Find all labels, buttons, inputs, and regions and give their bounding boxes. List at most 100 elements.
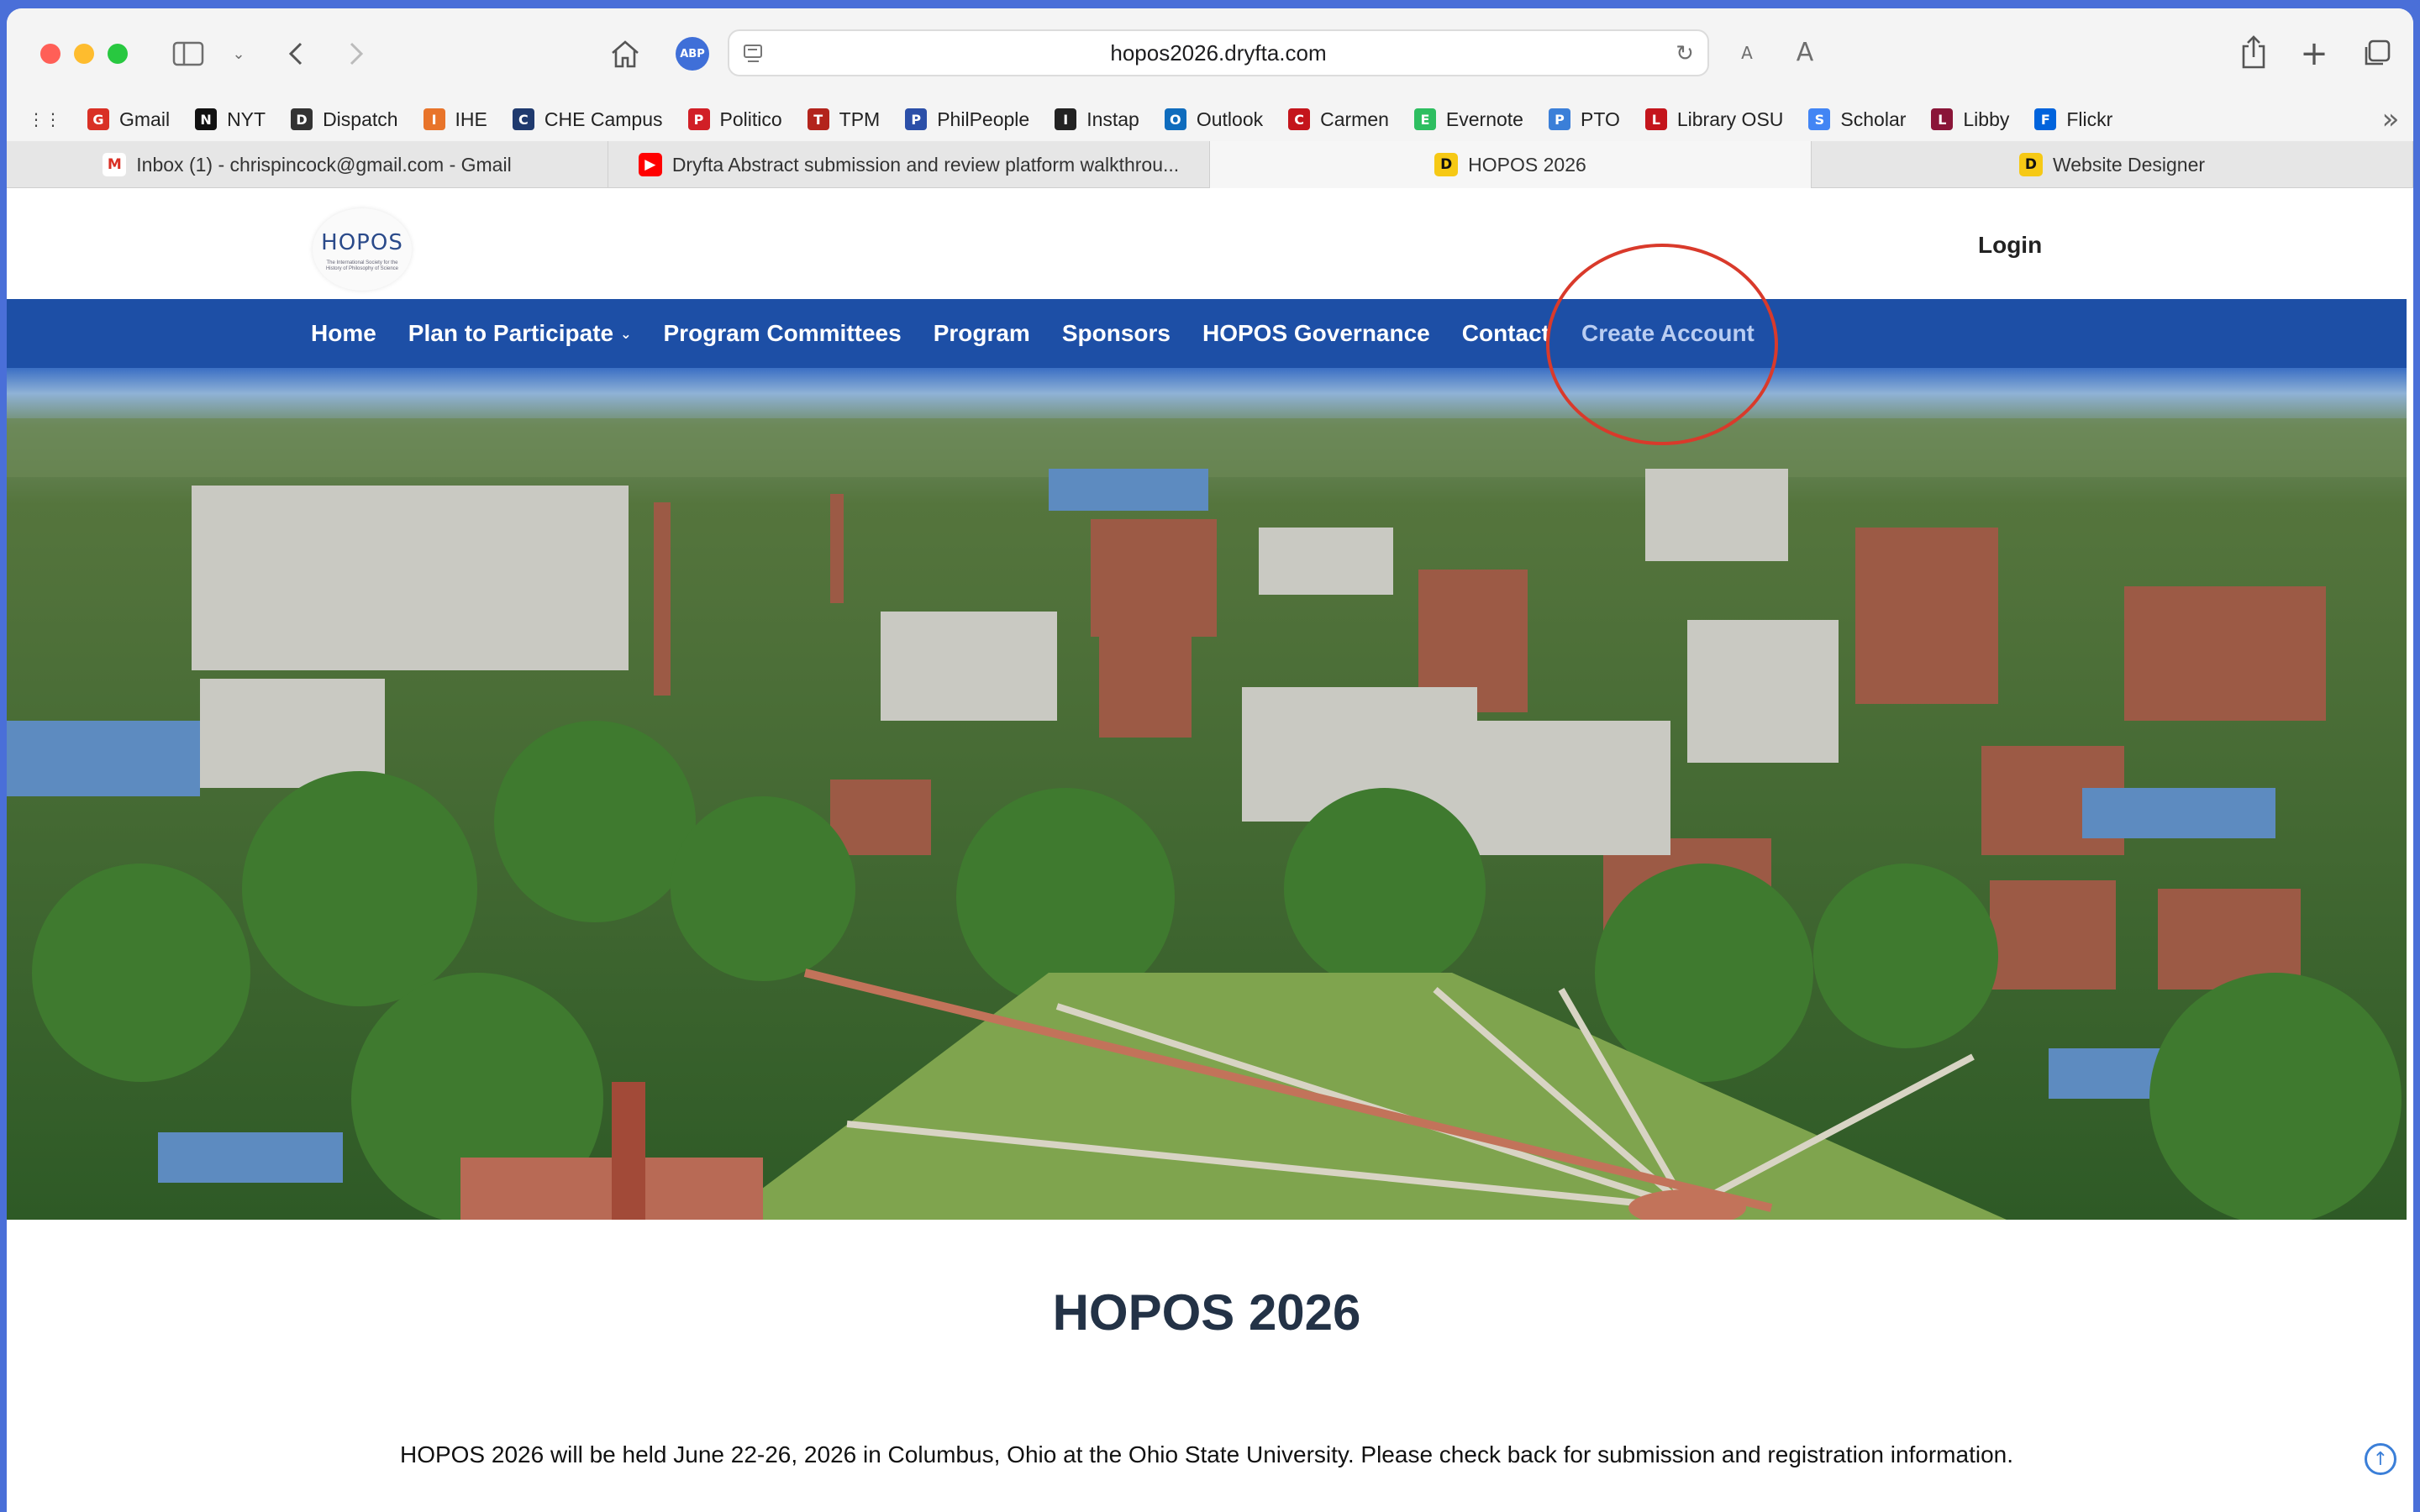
close-window-button[interactable] [40, 44, 60, 64]
bookmark-label: Flickr [2066, 108, 2113, 130]
bookmark-label: Gmail [119, 108, 171, 130]
text-larger-icon[interactable]: A [1790, 37, 1820, 67]
bookmark-gmail[interactable]: G Gmail [87, 108, 170, 131]
evernote-icon: E [1413, 108, 1436, 130]
nyt-icon: N [195, 108, 218, 130]
tpm-icon: T [807, 108, 829, 130]
nav-label: Plan to Participate [408, 320, 614, 346]
nav-program-committees[interactable]: Program Committees [664, 320, 902, 347]
scholar-icon: S [1808, 108, 1831, 130]
bookmark-label: Libby [1963, 108, 2010, 130]
bookmark-instap[interactable]: I Instap [1055, 108, 1139, 131]
tab-label: Website Designer [2052, 153, 2206, 176]
home-icon[interactable] [608, 37, 642, 71]
more-bookmarks-icon[interactable]: » [2376, 102, 2405, 136]
bookmark-library-osu[interactable]: L Library OSU [1644, 108, 1784, 131]
browser-tab[interactable]: D Website Designer [1812, 141, 2413, 188]
main-navigation: Home Plan to Participate ⌄ Program Committe… [7, 299, 2407, 368]
tab-label: Inbox (1) - chrispincock@gmail.com - Gma… [136, 153, 512, 176]
tab-label: HOPOS 2026 [1468, 153, 1586, 176]
nav-label: HOPOS Governance [1202, 320, 1430, 346]
nav-hopos-governance[interactable]: HOPOS Governance [1202, 320, 1430, 347]
bookmark-pto[interactable]: P PTO [1548, 108, 1620, 131]
apps-grid-icon[interactable]: ⋮⋮ [28, 107, 61, 132]
bookmark-tpm[interactable]: T TPM [807, 108, 881, 131]
carmen-icon: C [1288, 108, 1311, 130]
osu-library-icon: L [1644, 108, 1667, 130]
scroll-to-top-icon[interactable]: ↑ [2365, 1443, 2396, 1475]
logo-subtitle: The International Society for the Histor… [325, 260, 399, 271]
browser-tab[interactable]: M Inbox (1) - chrispincock@gmail.com - Gm… [7, 141, 608, 188]
bookmark-label: Carmen [1320, 108, 1389, 130]
nav-program[interactable]: Program [934, 320, 1030, 347]
bookmark-label: Politico [719, 108, 782, 130]
bookmark-flickr[interactable]: F Flickr [2034, 108, 2112, 131]
bookmark-libby[interactable]: L Libby [1931, 108, 2009, 131]
gmail-icon: G [87, 108, 109, 130]
dryfta-icon: D [2018, 153, 2043, 176]
tab-overview-icon[interactable] [2360, 37, 2393, 71]
ihe-icon: I [423, 108, 445, 130]
page-heading: HOPOS 2026 [1052, 1284, 1361, 1341]
new-tab-icon[interactable]: + [2297, 34, 2331, 73]
bookmark-nyt[interactable]: N NYT [195, 108, 266, 131]
bookmark-outlook[interactable]: O Outlook [1164, 108, 1264, 131]
bookmark-label: PhilPeople [937, 108, 1030, 130]
philpeople-icon: P [905, 108, 928, 130]
nav-plan-to-participate[interactable]: Plan to Participate ⌄ [408, 320, 632, 347]
forward-icon[interactable] [341, 39, 371, 69]
sidebar-icon[interactable] [171, 40, 205, 67]
bookmark-label: Scholar [1840, 108, 1907, 130]
chevron-down-icon[interactable]: ⌄ [229, 42, 249, 66]
minimize-window-button[interactable] [74, 44, 94, 64]
tab-bar: M Inbox (1) - chrispincock@gmail.com - Gm… [7, 141, 2413, 188]
bookmark-label: TPM [839, 108, 881, 130]
dispatch-icon: D [291, 108, 313, 130]
address-bar[interactable]: hopos2026.dryfta.com ↻ [728, 29, 1709, 76]
nav-sponsors[interactable]: Sponsors [1062, 320, 1171, 347]
politico-icon: P [687, 108, 710, 130]
bookmark-politico[interactable]: P Politico [687, 108, 782, 131]
pto-icon: P [1548, 108, 1570, 130]
bookmark-evernote[interactable]: E Evernote [1413, 108, 1523, 131]
web-page: HOPOS The International Society for the … [7, 188, 2407, 1512]
nav-label: Home [311, 320, 376, 346]
adblock-plus-icon[interactable]: ABP [676, 37, 709, 71]
browser-tab[interactable]: ▶ Dryfta Abstract submission and review p… [608, 141, 1210, 188]
bookmark-che-campus[interactable]: C CHE Campus [512, 108, 663, 131]
dryfta-icon: D [1434, 153, 1459, 176]
flickr-icon: F [2034, 108, 2057, 130]
bookmark-label: Library OSU [1676, 108, 1784, 130]
back-icon[interactable] [281, 39, 311, 69]
bookmark-dispatch[interactable]: D Dispatch [291, 108, 398, 131]
nav-contact[interactable]: Contact [1462, 320, 1549, 347]
bookmark-scholar[interactable]: S Scholar [1808, 108, 1906, 131]
hopos-logo[interactable]: HOPOS The International Society for the … [313, 208, 412, 291]
nav-label: Program [933, 320, 1030, 346]
bookmark-label: Outlook [1196, 108, 1264, 130]
bookmark-label: Instap [1086, 108, 1139, 130]
zoom-window-button[interactable] [108, 44, 128, 64]
login-link[interactable]: Login [1978, 232, 2042, 259]
hero-campus-aerial-image [7, 368, 2407, 1220]
bookmark-label: CHE Campus [544, 108, 663, 130]
bookmark-label: Evernote [1445, 108, 1523, 130]
browser-tab[interactable]: D HOPOS 2026 [1210, 141, 1812, 188]
red-annotation-circle [1546, 244, 1778, 445]
youtube-icon: ▶ [638, 153, 662, 176]
bookmark-carmen[interactable]: C Carmen [1288, 108, 1389, 131]
tab-label: Dryfta Abstract submission and review pl… [671, 153, 1180, 176]
logo-text: HOPOS [321, 230, 403, 255]
libby-icon: L [1931, 108, 1954, 130]
share-icon[interactable] [2237, 34, 2270, 71]
text-smaller-icon[interactable]: A [1734, 40, 1760, 66]
reload-icon[interactable]: ↻ [1672, 41, 1697, 66]
nav-label: Program Committees [663, 320, 902, 346]
nav-label: Contact [1461, 320, 1549, 346]
bookmark-ihe[interactable]: I IHE [423, 108, 487, 131]
nav-home[interactable]: Home [311, 320, 376, 347]
instapaper-icon: I [1055, 108, 1077, 130]
bookmark-philpeople[interactable]: P PhilPeople [905, 108, 1029, 131]
bookmark-label: PTO [1580, 108, 1620, 130]
bookmark-label: NYT [227, 108, 266, 130]
